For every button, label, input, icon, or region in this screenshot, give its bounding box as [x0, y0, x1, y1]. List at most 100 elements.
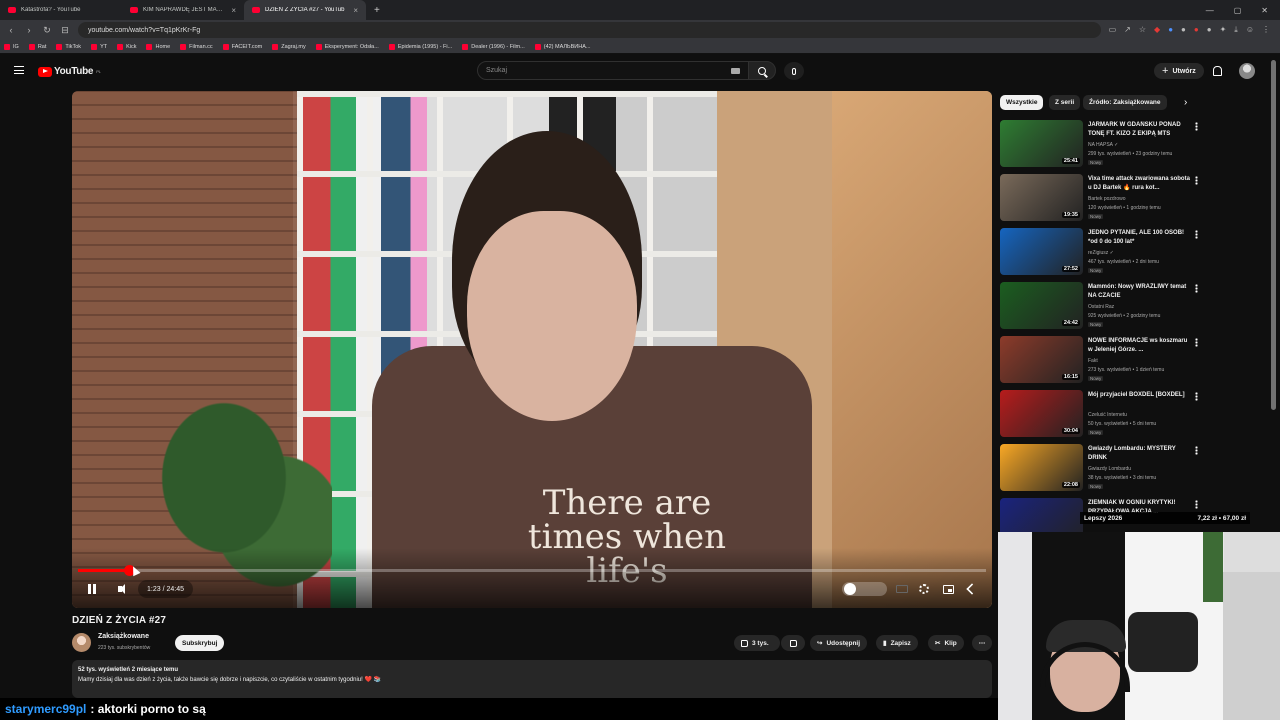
bookmark-item[interactable]: Home — [146, 43, 170, 50]
dislike-button[interactable] — [781, 635, 805, 651]
recommendation-channel[interactable]: Ostatni Raz — [1088, 304, 1114, 310]
recommendation-channel[interactable]: reZigiusz ✓ — [1088, 250, 1114, 256]
maximize-icon[interactable]: ▢ — [1234, 6, 1242, 15]
download-icon[interactable]: ⤓ — [1234, 25, 1238, 35]
notifications-bell-icon[interactable] — [1213, 66, 1222, 76]
channel-avatar[interactable] — [72, 633, 91, 652]
more-vertical-icon[interactable] — [1195, 122, 1198, 131]
browser-tab-3-active[interactable]: DZIEŃ Z ŻYCIA #27 - YouTub × — [244, 0, 366, 20]
share-button[interactable]: ↪ Udostępnij — [810, 635, 868, 651]
recommendation-channel[interactable]: Gwiazdy Lombardu — [1088, 466, 1131, 472]
like-button[interactable]: 3 tys. — [734, 635, 780, 651]
recommendation-title[interactable]: Mój przyjaciel BOXDEL [BOXDEL] — [1088, 391, 1190, 400]
bookmark-item[interactable]: Dealer (1996) - Film... — [462, 43, 525, 50]
chevron-right-icon[interactable]: › — [1184, 97, 1187, 108]
autoplay-toggle[interactable] — [842, 582, 887, 596]
chip-source[interactable]: Źródło: Zaksiążkowane — [1083, 95, 1167, 110]
shield-extension-icon[interactable]: ◆ — [1154, 25, 1160, 35]
create-button[interactable]: + Utwórz — [1154, 63, 1204, 79]
settings-button[interactable] — [916, 581, 932, 597]
close-tab-icon[interactable]: × — [231, 6, 236, 15]
browser-tab-2[interactable]: KIM NAPRAWDĘ JEST MAKALIER? W× — [122, 0, 244, 20]
more-vertical-icon[interactable] — [1195, 446, 1198, 455]
recommendation-thumbnail[interactable]: 24:42 — [1000, 282, 1083, 329]
recommendation-thumbnail[interactable]: 27:52 — [1000, 228, 1083, 275]
search-button[interactable] — [748, 61, 776, 80]
browser-tab-1[interactable]: Katastrofa? - YouTube — [0, 0, 122, 20]
recommendation-channel[interactable]: Czeluść Internetu — [1088, 412, 1127, 418]
recommendation-channel[interactable]: Fakt — [1088, 358, 1098, 364]
video-player[interactable]: There are times when life's 1:23 / 24:45 — [72, 91, 992, 608]
extension-icon[interactable]: ● — [1181, 25, 1186, 35]
minimize-icon[interactable]: — — [1206, 6, 1214, 15]
forward-icon[interactable]: › — [24, 25, 34, 35]
miniplayer-button[interactable] — [940, 581, 956, 597]
recommendation-item[interactable]: 16:15 NOWE INFORMACJE ws koszmaru w Jelen… — [1000, 336, 1190, 386]
pause-icon[interactable] — [86, 582, 98, 596]
recommendation-title[interactable]: JARMARK W GDAŃSKU PONAD TONĘ FT. KIZO Z … — [1088, 121, 1190, 139]
close-window-icon[interactable]: ✕ — [1261, 6, 1268, 15]
recommendation-item[interactable]: 19:35 Vixa time attack zwariowana sobota … — [1000, 174, 1190, 224]
recommendation-title[interactable]: JEDNO PYTANIE, ALE 100 OSÓB! *od 0 do 10… — [1088, 229, 1190, 247]
browser-menu-icon[interactable]: ⋮ — [1262, 25, 1270, 35]
bookmark-item[interactable]: Epidemia (1995) - Fi... — [388, 43, 452, 50]
more-actions-button[interactable]: ⋯ — [972, 635, 992, 651]
recommendation-channel[interactable]: NA HAPSA ✓ — [1088, 142, 1118, 148]
recommendation-title[interactable]: Mammón: Nowy WRAŻLIWY temat NA CZACIE — [1088, 283, 1190, 301]
chip-series[interactable]: Z serii — [1049, 95, 1081, 110]
progress-bar[interactable] — [78, 565, 986, 576]
more-vertical-icon[interactable] — [1195, 176, 1198, 185]
recommendation-item[interactable]: 22:08 Gwiazdy Lombardu: MYSTERY DRINK Gwia… — [1000, 444, 1190, 494]
bookmark-item[interactable]: (42) МАЛЬВИНА... — [534, 43, 590, 50]
extension-icon[interactable]: ● — [1207, 25, 1212, 35]
bookmark-item[interactable]: IG — [4, 43, 19, 50]
bookmark-item[interactable]: YT — [91, 43, 107, 50]
voice-search-button[interactable] — [784, 62, 804, 80]
new-tab-icon[interactable]: + — [366, 5, 388, 16]
subtitles-button[interactable] — [894, 581, 910, 597]
save-button[interactable]: ▮ Zapisz — [876, 635, 918, 651]
recommendation-item[interactable]: 30:04 Mój przyjaciel BOXDEL [BOXDEL] Czelu… — [1000, 390, 1190, 440]
search-input[interactable]: Szukaj — [477, 61, 749, 80]
more-vertical-icon[interactable] — [1195, 338, 1198, 347]
site-info-icon[interactable]: ⊟ — [60, 25, 70, 36]
recommendation-title[interactable]: Vixa time attack zwariowana sobota u DJ … — [1088, 175, 1190, 193]
puzzle-extensions-icon[interactable]: ✦ — [1220, 25, 1227, 35]
recommendation-thumbnail[interactable]: 19:35 — [1000, 174, 1083, 221]
clip-button[interactable]: ✂ Klip — [928, 635, 964, 651]
recommendation-title[interactable]: Gwiazdy Lombardu: MYSTERY DRINK — [1088, 445, 1190, 463]
recommendation-channel[interactable]: Bartek pozdrowo — [1088, 196, 1126, 202]
share-icon[interactable]: ↗ — [1124, 25, 1131, 35]
bookmark-item[interactable]: Filman.cc — [180, 43, 213, 50]
recommendation-item[interactable]: 24:42 Mammón: Nowy WRAŻLIWY temat NA CZAC… — [1000, 282, 1190, 332]
more-vertical-icon[interactable] — [1195, 284, 1198, 293]
channel-name[interactable]: Zaksiążkowane — [98, 633, 149, 640]
close-tab-icon[interactable]: × — [353, 6, 358, 15]
recommendation-title[interactable]: NOWE INFORMACJE ws koszmaru w Jeleniej G… — [1088, 337, 1190, 355]
bookmark-item[interactable]: Rat — [28, 43, 46, 50]
volume-icon[interactable] — [116, 582, 130, 596]
fullscreen-button[interactable] — [964, 581, 980, 597]
extension-icon[interactable]: ● — [1168, 25, 1173, 35]
description-box[interactable]: 52 tys. wyświetleń 2 miesiące temu Mamy … — [72, 660, 992, 698]
more-vertical-icon[interactable] — [1195, 392, 1198, 401]
more-vertical-icon[interactable] — [1195, 230, 1198, 239]
hamburger-menu-icon[interactable] — [14, 66, 24, 74]
cast-icon[interactable]: ▭ — [1109, 25, 1117, 35]
bookmark-item[interactable]: Kick — [117, 43, 136, 50]
recommendation-item[interactable]: 27:52 JEDNO PYTANIE, ALE 100 OSÓB! *od 0 … — [1000, 228, 1190, 278]
reload-icon[interactable]: ↻ — [42, 25, 52, 36]
profile-icon[interactable]: ☺ — [1246, 25, 1254, 35]
youtube-logo[interactable]: YouTube PL — [38, 66, 101, 77]
more-vertical-icon[interactable] — [1195, 500, 1198, 509]
recommendation-thumbnail[interactable]: 25:41 — [1000, 120, 1083, 167]
bookmark-item[interactable]: FACEIT.com — [222, 43, 262, 50]
recommendation-thumbnail[interactable]: 30:04 — [1000, 390, 1083, 437]
bookmark-item[interactable]: TikTok — [56, 43, 81, 50]
bookmark-star-icon[interactable]: ☆ — [1139, 25, 1146, 35]
chip-all[interactable]: Wszystkie — [1000, 95, 1044, 110]
page-scrollbar[interactable] — [1271, 60, 1276, 410]
keyboard-icon[interactable] — [731, 67, 740, 74]
bookmark-item[interactable]: Zagraj.my — [272, 43, 306, 50]
recommendation-item[interactable]: 25:41 JARMARK W GDAŃSKU PONAD TONĘ FT. KI… — [1000, 120, 1190, 170]
